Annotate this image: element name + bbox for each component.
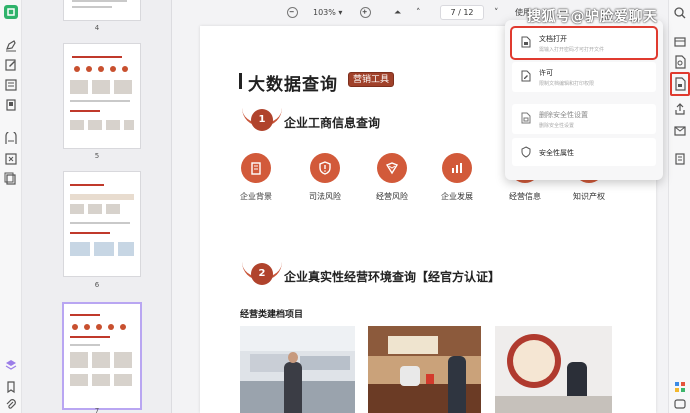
doc-unlock-icon: [520, 112, 532, 124]
category-label: 司法风险: [309, 192, 341, 201]
category-judicial-risk: 司法风险: [290, 153, 360, 202]
category-label: 经营风险: [376, 192, 408, 201]
page-current: 7: [450, 8, 456, 17]
thumbnail-label: 7: [94, 407, 100, 413]
edit-tool-icon[interactable]: [4, 58, 18, 72]
category-label: 经营信息: [509, 192, 541, 201]
category-enterprise-background: 企业背景: [221, 153, 291, 202]
thumbnail-label: 4: [94, 24, 100, 32]
zoom-dropdown[interactable]: 103% ▾: [313, 6, 342, 20]
chevron-down-icon: ▾: [338, 8, 343, 17]
section-title: 企业工商信息查询: [284, 116, 381, 130]
category-label: 企业背景: [240, 192, 272, 201]
doc-lock-icon: [520, 36, 532, 48]
menu-item-subtitle: 需输入打开密码才可打开文件: [539, 47, 605, 53]
section-number-badge: 1: [251, 109, 273, 131]
category-enterprise-development: 企业发展: [422, 153, 492, 202]
menu-item-title: 许可: [539, 69, 553, 77]
compress-tool-icon[interactable]: [4, 152, 18, 166]
print-icon[interactable]: [673, 152, 687, 166]
building-icon: [241, 153, 271, 183]
menu-item-title: 安全性属性: [539, 149, 574, 157]
office-photo-3: [495, 326, 612, 413]
subsection-title: 经营类建档项目: [240, 310, 304, 320]
marketing-tag: 营销工具: [348, 72, 395, 87]
page-separator: /: [458, 8, 461, 17]
shield-icon: [520, 146, 532, 158]
page-total: 12: [463, 8, 474, 17]
category-operation-risk: 经营风险: [357, 153, 427, 202]
zoom-in-button[interactable]: [360, 7, 371, 18]
menu-item-open-password[interactable]: 文档打开 需输入打开密码才可打开文件: [510, 26, 658, 60]
next-page-icon[interactable]: ˅: [494, 6, 499, 20]
apps-icon[interactable]: [673, 380, 687, 394]
mail-icon[interactable]: [673, 124, 687, 138]
form-tool-icon[interactable]: [4, 78, 18, 92]
title-bar-decoration: [239, 73, 242, 89]
office-photo-2: [368, 326, 481, 413]
properties-icon[interactable]: [673, 35, 687, 49]
ocr-tool-icon[interactable]: [4, 132, 18, 146]
doc-export-icon[interactable]: [673, 55, 687, 69]
thumbnail-page-7[interactable]: [64, 304, 140, 408]
app-logo-icon[interactable]: [4, 5, 18, 19]
thumbnail-label: 6: [94, 281, 100, 289]
watermark-text: 搜狐号@驴脸爱聊天: [527, 9, 658, 25]
batch-tool-icon[interactable]: [4, 172, 18, 186]
bar-chart-icon: [442, 153, 472, 183]
pdf-editor-window: 4 5 6 7 103% ▾ ⏶ ˄ 7 / 12 ˅ 使用 大数据查询 营销工…: [0, 0, 690, 413]
attachment-icon[interactable]: [4, 398, 18, 412]
zoom-value: 103%: [313, 8, 336, 17]
menu-item-security-properties[interactable]: 安全性属性: [512, 138, 656, 166]
thumbnail-page-5[interactable]: [64, 44, 140, 148]
page-number-field[interactable]: 7 / 12: [440, 5, 484, 20]
prev-page-icon[interactable]: ˄: [416, 6, 421, 20]
menu-item-permission[interactable]: 许可 限制文档编辑和打印权限: [512, 62, 656, 92]
organize-tool-icon[interactable]: [4, 98, 18, 112]
category-label: 知识产权: [573, 192, 605, 201]
thumbnail-label: 5: [94, 152, 100, 160]
share-icon[interactable]: [673, 102, 687, 116]
doc-edit-icon: [520, 70, 532, 82]
first-page-icon[interactable]: ⏶: [394, 6, 401, 20]
thumbnail-page-4[interactable]: [64, 0, 140, 20]
warning-shield-icon: [310, 153, 340, 183]
highlight-tool-icon[interactable]: [4, 38, 18, 52]
left-toolbar: [0, 0, 22, 413]
section-title: 企业真实性经营环境查询【经官方认证】: [284, 270, 501, 284]
right-toolbar: [668, 0, 690, 413]
menu-item-title: 文档打开: [539, 35, 567, 43]
category-label: 企业发展: [441, 192, 473, 201]
search-icon[interactable]: [673, 6, 687, 20]
page-title: 大数据查询: [248, 75, 338, 95]
section-number-badge: 2: [251, 263, 273, 285]
zoom-out-button[interactable]: [287, 7, 298, 18]
protect-document-icon[interactable]: [673, 77, 687, 91]
protect-dropdown-menu: 文档打开 需输入打开密码才可打开文件 许可 限制文档编辑和打印权限 删除安全性设…: [505, 20, 663, 180]
thumbnail-pane: 4 5 6 7: [22, 0, 172, 413]
menu-item-subtitle: 限制文档编辑和打印权限: [539, 81, 595, 87]
menu-item-title: 删除安全性设置: [539, 111, 588, 119]
office-photo-1: [240, 326, 355, 413]
layers-icon[interactable]: [4, 358, 18, 372]
menu-item-remove-security[interactable]: 删除安全性设置 删除安全性设置: [512, 104, 656, 134]
bookmark-icon[interactable]: [4, 380, 18, 394]
chat-icon[interactable]: [673, 398, 687, 412]
risk-icon: [377, 153, 407, 183]
thumbnail-page-6[interactable]: [64, 172, 140, 276]
menu-item-subtitle: 删除安全性设置: [539, 123, 575, 129]
